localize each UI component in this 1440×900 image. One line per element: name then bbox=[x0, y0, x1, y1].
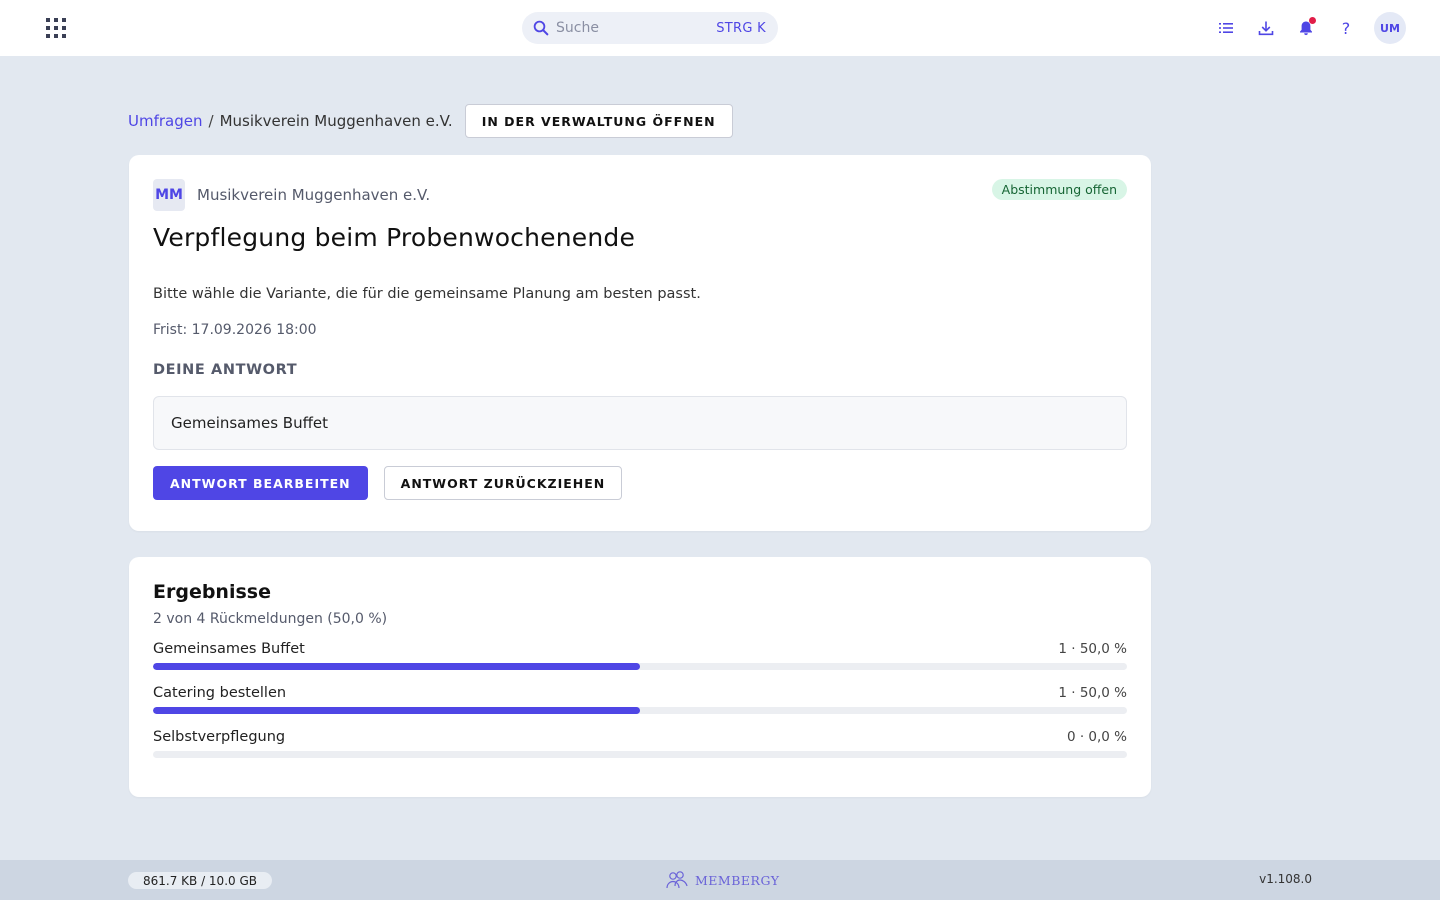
status-badge: Abstimmung offen bbox=[991, 179, 1127, 200]
list-icon[interactable] bbox=[1214, 16, 1238, 40]
breadcrumb-current: Musikverein Muggenhaven e.V. bbox=[219, 112, 453, 130]
search-shortcut: STRG K bbox=[716, 20, 766, 36]
user-avatar[interactable]: UM bbox=[1374, 12, 1406, 44]
org-avatar: MM bbox=[153, 179, 185, 211]
poll-title: Verpflegung beim Probenwochenende bbox=[153, 223, 636, 252]
result-value: 1 · 50,0 % bbox=[1058, 685, 1127, 701]
result-bar-fill bbox=[153, 707, 640, 714]
breadcrumb: Umfragen / Musikverein Muggenhaven e.V. … bbox=[128, 104, 733, 138]
result-item: Gemeinsames Buffet 1 · 50,0 % bbox=[153, 641, 1127, 685]
results-card: Ergebnisse 2 von 4 Rückmeldungen (50,0 %… bbox=[129, 557, 1151, 797]
poll-card: MM Musikverein Muggenhaven e.V. Abstimmu… bbox=[129, 155, 1151, 531]
search-input[interactable] bbox=[556, 20, 706, 36]
app-version: v1.108.0 bbox=[1259, 872, 1312, 886]
result-value: 1 · 50,0 % bbox=[1058, 641, 1127, 657]
help-icon[interactable]: ? bbox=[1334, 16, 1358, 40]
bell-icon[interactable] bbox=[1294, 16, 1318, 40]
result-label: Selbstverpflegung bbox=[153, 729, 286, 745]
download-icon[interactable] bbox=[1254, 16, 1278, 40]
open-in-admin-button[interactable]: IN DER VERWALTUNG ÖFFNEN bbox=[464, 104, 733, 138]
brand-logo[interactable]: MEMBERGY bbox=[665, 869, 779, 891]
top-actions: ? UM bbox=[1214, 12, 1406, 44]
notification-dot bbox=[1309, 17, 1316, 24]
breadcrumb-link-umfragen[interactable]: Umfragen bbox=[128, 112, 203, 130]
storage-usage: 861.7 KB / 10.0 GB bbox=[128, 872, 272, 889]
result-label: Gemeinsames Buffet bbox=[153, 641, 305, 657]
poll-description: Bitte wähle die Variante, die für die ge… bbox=[153, 286, 701, 302]
result-item: Selbstverpflegung 0 · 0,0 % bbox=[153, 729, 1127, 773]
answer-value: Gemeinsames Buffet bbox=[153, 396, 1127, 450]
withdraw-answer-button[interactable]: ANTWORT ZURÜCKZIEHEN bbox=[383, 466, 623, 500]
result-list: Gemeinsames Buffet 1 · 50,0 % Catering b… bbox=[153, 641, 1127, 773]
result-bar-fill bbox=[153, 663, 640, 670]
membergy-logo-icon bbox=[666, 871, 688, 889]
top-bar: STRG K ? UM bbox=[0, 0, 1440, 56]
org-name: Musikverein Muggenhaven e.V. bbox=[197, 186, 431, 204]
search-bar[interactable]: STRG K bbox=[522, 12, 778, 44]
answer-actions: ANTWORT BEARBEITEN ANTWORT ZURÜCKZIEHEN bbox=[153, 466, 1127, 500]
result-label: Catering bestellen bbox=[153, 685, 287, 701]
footer: 861.7 KB / 10.0 GB MEMBERGY v1.108.0 bbox=[0, 860, 1440, 900]
result-bar-track bbox=[153, 751, 1127, 758]
search-icon bbox=[533, 20, 549, 36]
result-bar-track bbox=[153, 707, 1127, 714]
result-value: 0 · 0,0 % bbox=[1066, 729, 1127, 745]
answer-label: DEINE ANTWORT bbox=[153, 362, 298, 378]
results-summary: 2 von 4 Rückmeldungen (50,0 %) bbox=[153, 611, 388, 627]
apps-grid-icon[interactable] bbox=[46, 18, 66, 38]
brand-name: MEMBERGY bbox=[695, 872, 780, 888]
breadcrumb-separator: / bbox=[208, 112, 214, 130]
result-bar-track bbox=[153, 663, 1127, 670]
result-item: Catering bestellen 1 · 50,0 % bbox=[153, 685, 1127, 729]
poll-deadline: Frist: 17.09.2026 18:00 bbox=[153, 322, 317, 338]
edit-answer-button[interactable]: ANTWORT BEARBEITEN bbox=[153, 466, 368, 500]
results-title: Ergebnisse bbox=[153, 581, 271, 603]
org-row: MM Musikverein Muggenhaven e.V. bbox=[153, 179, 1127, 211]
